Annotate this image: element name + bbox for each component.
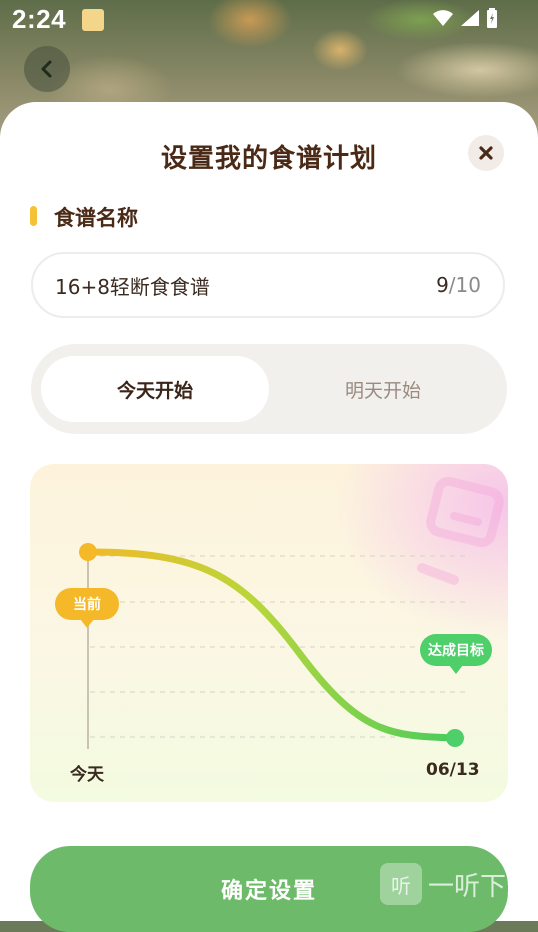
- status-time: 2:24: [12, 4, 67, 34]
- status-bar: 2:24: [0, 0, 538, 44]
- decorative-watermark-icon: [417, 476, 504, 585]
- app-notification-icon: [82, 9, 104, 31]
- goal-point: [446, 729, 464, 747]
- x-axis-start-label: 今天: [70, 765, 104, 785]
- goal-marker-label: 达成目标: [420, 634, 492, 674]
- watermark-logo-icon: 听: [380, 863, 422, 905]
- sheet-title: 设置我的食谱计划: [160, 144, 377, 174]
- recipe-name-field[interactable]: 16+8轻断食食谱 9/10: [31, 252, 505, 318]
- watermark-text: 一听下载: [428, 871, 533, 902]
- section-label-recipe-name: 食谱名称: [54, 206, 138, 230]
- start-day-selector: 今天开始 明天开始: [31, 344, 507, 434]
- plan-chart: 当前 达成目标 今天 06/13: [30, 464, 508, 802]
- char-count: 9: [436, 273, 449, 297]
- x-axis-end-label: 06/13: [426, 760, 480, 780]
- watermark: 听 一听下载: [380, 852, 538, 916]
- current-marker-label: 当前: [55, 588, 119, 628]
- plan-chart-svg: [79, 476, 504, 749]
- chart-grid: [90, 555, 470, 738]
- signal-icon: [461, 10, 479, 26]
- back-arrow-icon: [41, 60, 52, 78]
- back-button[interactable]: [24, 46, 70, 92]
- plan-sheet: 设置我的食谱计划 食谱名称 16+8轻断食食谱 9/10 今天开始 明天开始 当…: [0, 102, 538, 932]
- start-point: [79, 543, 97, 561]
- option-start-today[interactable]: 今天开始: [41, 356, 269, 422]
- section-accent-bar: [30, 206, 37, 226]
- progress-curve: [84, 548, 459, 742]
- option-start-tomorrow[interactable]: 明天开始: [269, 356, 497, 422]
- close-button[interactable]: [468, 135, 504, 171]
- wifi-icon: [433, 10, 453, 26]
- recipe-name-value[interactable]: 16+8轻断食食谱: [55, 271, 436, 300]
- status-icons: [432, 8, 498, 28]
- battery-icon: [487, 8, 497, 28]
- char-count-separator: /: [448, 273, 456, 297]
- char-count-max: 10: [455, 273, 481, 297]
- recipe-name-counter: 9/10: [436, 273, 481, 297]
- close-icon: [479, 146, 493, 160]
